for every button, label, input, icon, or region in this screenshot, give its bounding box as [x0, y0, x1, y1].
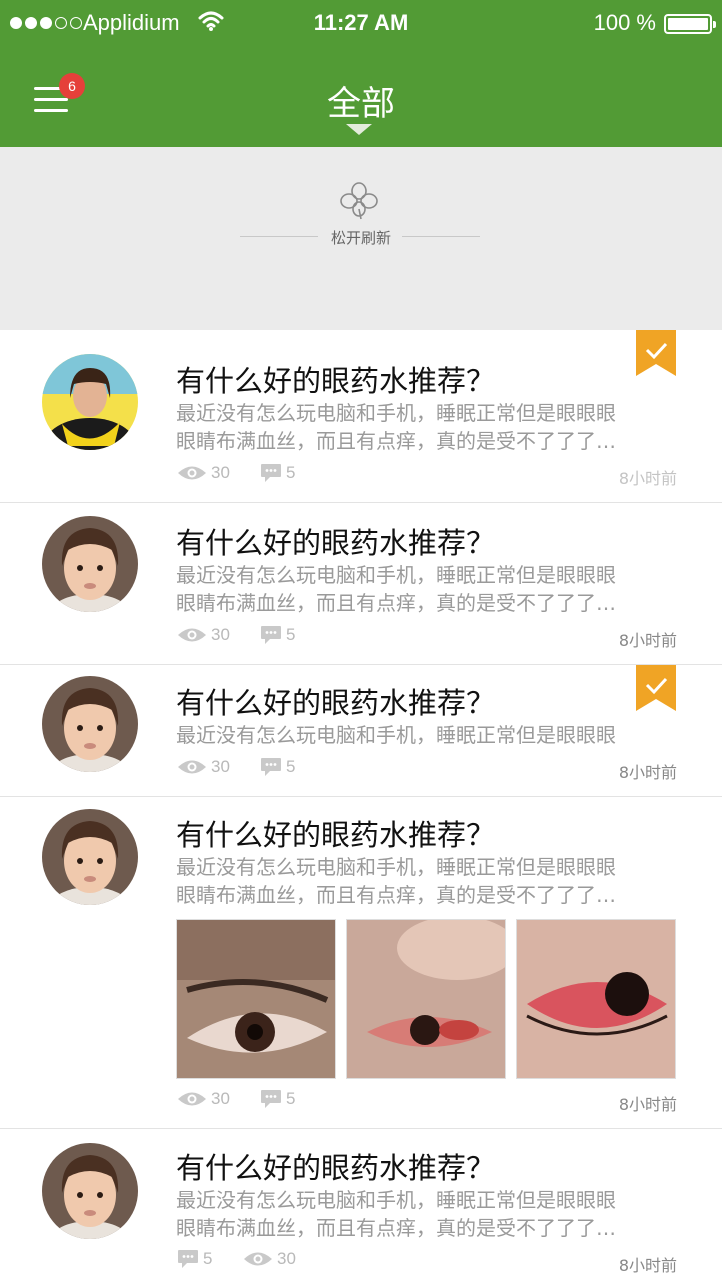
- excerpt-line: 眼睛布满血丝，而且有点痒，真的是受不了了了…: [176, 429, 616, 453]
- comment-icon: [178, 1250, 198, 1268]
- eye-photo-thumbnail[interactable]: [176, 919, 336, 1079]
- excerpt-line: 最近没有怎么玩电脑和手机，睡眠正常但是眼眼眼: [176, 563, 616, 587]
- comment-count: 5: [260, 1089, 295, 1109]
- comment-icon: [261, 464, 281, 482]
- post-excerpt: 最近没有怎么玩电脑和手机，睡眠正常但是眼眼眼 眼睛布满血丝，而且有点痒，真的是受…: [176, 1186, 681, 1242]
- chevron-down-icon[interactable]: [346, 124, 372, 135]
- post-item[interactable]: 有什么好的眼药水推荐？ 最近没有怎么玩电脑和手机，睡眠正常但是眼眼眼 眼睛布满血…: [0, 1129, 722, 1280]
- comment-count-value: 5: [286, 1089, 296, 1108]
- view-count: 30: [177, 1089, 230, 1109]
- divider: [402, 236, 480, 237]
- bookmark-check-icon[interactable]: [636, 665, 676, 711]
- eye-icon: [244, 1252, 272, 1266]
- comment-count: 5: [177, 1249, 212, 1269]
- comment-count-value: 5: [203, 1249, 213, 1268]
- comment-count: 5: [260, 625, 295, 645]
- avatar[interactable]: [42, 354, 138, 450]
- excerpt-line: 最近没有怎么玩电脑和手机，睡眠正常但是眼眼眼: [176, 723, 616, 747]
- comment-icon: [261, 1090, 281, 1108]
- status-bar: Applidium 11:27 AM 100 %: [0, 0, 722, 48]
- post-item[interactable]: 有什么好的眼药水推荐？ 最近没有怎么玩电脑和手机，睡眠正常但是眼眼眼 眼睛布满血…: [0, 330, 722, 503]
- post-time: 8小时前: [618, 763, 677, 782]
- post-excerpt: 最近没有怎么玩电脑和手机，睡眠正常但是眼眼眼 眼睛布满血丝，而且有点痒，真的是受…: [176, 853, 681, 909]
- post-excerpt: 最近没有怎么玩电脑和手机，睡眠正常但是眼眼眼 眼睛布满血丝，而且有点痒，真的是受…: [176, 399, 681, 455]
- eye-icon: [178, 628, 206, 642]
- image-gallery: [176, 919, 676, 1079]
- comment-count-value: 5: [286, 757, 296, 776]
- excerpt-line: 最近没有怎么玩电脑和手机，睡眠正常但是眼眼眼: [176, 855, 616, 879]
- bookmark-check-icon[interactable]: [636, 330, 676, 376]
- eye-icon: [178, 760, 206, 774]
- excerpt-line: 最近没有怎么玩电脑和手机，睡眠正常但是眼眼眼: [176, 401, 616, 425]
- eye-icon: [178, 1092, 206, 1106]
- comment-icon: [261, 626, 281, 644]
- view-count: 30: [177, 757, 230, 777]
- clover-logo-icon: [340, 182, 378, 220]
- excerpt-line: 眼睛布满血丝，而且有点痒，真的是受不了了了…: [176, 883, 616, 907]
- comment-icon: [261, 758, 281, 776]
- post-item[interactable]: 有什么好的眼药水推荐？ 最近没有怎么玩电脑和手机，睡眠正常但是眼眼眼 眼睛布满血…: [0, 797, 722, 1129]
- comment-count-value: 5: [286, 463, 296, 482]
- app-screen: Applidium 11:27 AM 100 % 6 全部 松开刷新 有什么好的…: [0, 0, 722, 1280]
- view-count-value: 30: [277, 1249, 296, 1268]
- avatar[interactable]: [42, 809, 138, 905]
- post-item[interactable]: 有什么好的眼药水推荐？ 最近没有怎么玩电脑和手机，睡眠正常但是眼眼眼 30 5 …: [0, 665, 722, 797]
- battery-percent: 100 %: [593, 10, 656, 35]
- refresh-label: 松开刷新: [330, 229, 391, 247]
- eye-icon: [178, 466, 206, 480]
- excerpt-line: 眼睛布满血丝，而且有点痒，真的是受不了了了…: [176, 591, 616, 615]
- excerpt-line: 眼睛布满血丝，而且有点痒，真的是受不了了了…: [176, 1216, 616, 1240]
- post-title[interactable]: 有什么好的眼药水推荐？: [176, 680, 495, 722]
- view-count: 30: [177, 625, 230, 645]
- nav-header: Applidium 11:27 AM 100 % 6 全部: [0, 0, 722, 147]
- post-time: 8小时前: [618, 1256, 677, 1275]
- comment-count: 5: [260, 757, 295, 777]
- battery-icon: [664, 14, 716, 34]
- post-item[interactable]: 有什么好的眼药水推荐？ 最近没有怎么玩电脑和手机，睡眠正常但是眼眼眼 眼睛布满血…: [0, 503, 722, 665]
- page-title[interactable]: 全部: [0, 76, 722, 125]
- post-excerpt: 最近没有怎么玩电脑和手机，睡眠正常但是眼眼眼: [176, 721, 681, 749]
- post-time: 8小时前: [618, 1095, 677, 1114]
- post-excerpt: 最近没有怎么玩电脑和手机，睡眠正常但是眼眼眼 眼睛布满血丝，而且有点痒，真的是受…: [176, 561, 681, 617]
- eye-photo-thumbnail[interactable]: [346, 919, 506, 1079]
- post-time: 8小时前: [618, 469, 677, 488]
- view-count: 30: [177, 463, 230, 483]
- comment-count: 5: [260, 463, 295, 483]
- view-count-value: 30: [211, 463, 230, 482]
- post-title[interactable]: 有什么好的眼药水推荐？: [176, 520, 495, 562]
- view-count: 30: [243, 1249, 296, 1269]
- post-title[interactable]: 有什么好的眼药水推荐？: [176, 1145, 495, 1187]
- post-title[interactable]: 有什么好的眼药水推荐？: [176, 812, 495, 854]
- avatar[interactable]: [42, 1143, 138, 1239]
- post-time: 8小时前: [618, 631, 677, 650]
- view-count-value: 30: [211, 1089, 230, 1108]
- comment-count-value: 5: [286, 625, 296, 644]
- pull-to-refresh: 松开刷新: [0, 147, 722, 330]
- view-count-value: 30: [211, 757, 230, 776]
- view-count-value: 30: [211, 625, 230, 644]
- eye-photo-thumbnail[interactable]: [516, 919, 676, 1079]
- excerpt-line: 最近没有怎么玩电脑和手机，睡眠正常但是眼眼眼: [176, 1188, 616, 1212]
- post-title[interactable]: 有什么好的眼药水推荐？: [176, 358, 495, 400]
- avatar[interactable]: [42, 676, 138, 772]
- avatar[interactable]: [42, 516, 138, 612]
